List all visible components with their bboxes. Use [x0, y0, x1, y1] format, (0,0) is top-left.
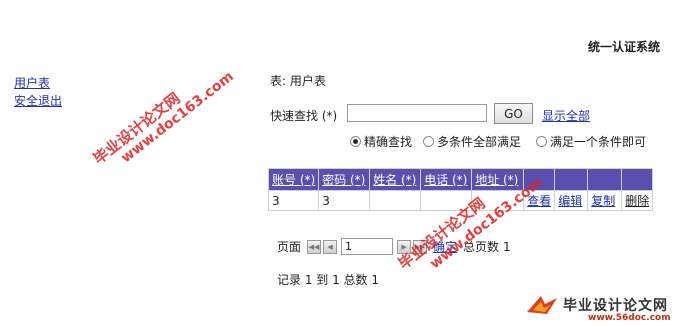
sort-account-link[interactable]: 账号 (*): [272, 173, 315, 187]
first-page-icon[interactable]: ◀◀: [307, 239, 322, 254]
table-cell: 3: [318, 190, 371, 211]
total-pages-value: 1: [503, 239, 511, 254]
logo-icon: [525, 292, 559, 318]
column-header[interactable]: 电话 (*): [420, 168, 473, 191]
sidebar-item-user-table[interactable]: 用户表: [14, 74, 50, 91]
column-header[interactable]: 地址 (*): [471, 168, 525, 191]
page-number-input[interactable]: 1: [341, 238, 394, 255]
table-cell: 3: [267, 190, 320, 211]
edit-link[interactable]: 编辑: [554, 190, 589, 211]
delete-link[interactable]: 删除: [621, 190, 654, 211]
radio-label: 精确查找: [364, 135, 413, 149]
sort-phone-link[interactable]: 电话 (*): [424, 173, 467, 187]
radio-all-conditions[interactable]: 多条件全部满足: [423, 133, 521, 150]
logo-text: 毕业设计论文网: [563, 298, 668, 314]
table-cell: [369, 190, 422, 211]
action-header: [554, 168, 589, 191]
quick-search-input[interactable]: [347, 104, 487, 122]
logo-url: www.56doc.com: [588, 313, 671, 323]
table-header-row: 账号 (*) 密码 (*) 姓名 (*) 电话 (*) 地址 (*): [267, 168, 654, 191]
sort-name-link[interactable]: 姓名 (*): [373, 173, 416, 187]
page-title: 表: 用户表: [270, 74, 326, 88]
column-header[interactable]: 账号 (*): [267, 168, 320, 191]
radio-any-condition[interactable]: 满足一个条件即可: [536, 133, 646, 150]
prev-page-icon[interactable]: ◀: [323, 239, 338, 254]
column-header[interactable]: 密码 (*): [318, 168, 371, 191]
show-all-link[interactable]: 显示全部: [542, 107, 590, 124]
sort-password-link[interactable]: 密码 (*): [322, 173, 365, 187]
action-header: [621, 168, 654, 191]
search-go-button[interactable]: GO: [494, 103, 533, 124]
quick-search-label: 快速查找 (*): [270, 109, 338, 123]
radio-button-icon[interactable]: [350, 136, 361, 147]
copy-link[interactable]: 复制: [587, 190, 623, 211]
radio-label: 多条件全部满足: [437, 135, 522, 149]
pager-label: 页面: [277, 240, 302, 254]
column-header[interactable]: 姓名 (*): [369, 168, 422, 191]
record-info: 记录 1 到 1 总数 1: [277, 273, 379, 287]
system-title: 统一认证系统: [588, 40, 661, 54]
sort-address-link[interactable]: 地址 (*): [475, 173, 518, 187]
radio-label: 满足一个条件即可: [550, 135, 647, 149]
action-header: [587, 168, 623, 191]
radio-button-icon[interactable]: [423, 136, 434, 147]
radio-exact-search[interactable]: 精确查找: [350, 133, 412, 150]
sidebar-item-logout[interactable]: 安全退出: [14, 92, 62, 109]
radio-button-icon[interactable]: [536, 136, 547, 147]
